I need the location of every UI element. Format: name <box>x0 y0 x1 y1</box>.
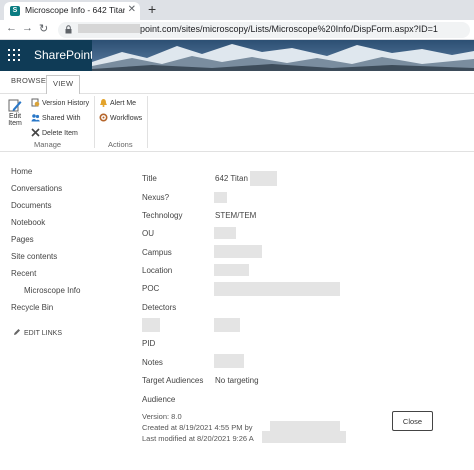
version-info: Version: 8.0 <box>142 412 182 421</box>
ribbon-group-divider-2 <box>147 96 148 148</box>
browser-tab[interactable]: S Microscope Info - 642 Titan (C ✕ <box>4 2 140 20</box>
redacted-nexus-value <box>214 192 227 203</box>
field-label-notes: Notes <box>142 358 163 367</box>
delete-x-icon <box>31 128 40 137</box>
field-label-poc: POC <box>142 284 160 293</box>
mountain-banner-image <box>92 40 474 71</box>
sharepoint-favicon-icon: S <box>10 6 20 16</box>
nav-item-microscope-info[interactable]: Microscope Info <box>24 286 80 295</box>
edit-links-label: EDIT LINKS <box>24 330 62 337</box>
new-tab-button[interactable]: + <box>148 1 156 17</box>
redacted-location-value <box>214 264 249 276</box>
shared-with-label: Shared With <box>42 115 81 122</box>
redacted-title-suffix <box>250 171 277 186</box>
edit-item-button[interactable]: Edit Item <box>6 98 24 127</box>
field-label-detectors: Detectors <box>142 303 177 312</box>
tab-close-icon[interactable]: ✕ <box>128 4 136 15</box>
field-label-location: Location <box>142 266 173 275</box>
version-history-button[interactable]: Version History <box>31 98 89 107</box>
tab-browse[interactable]: BROWSE <box>11 76 46 85</box>
nav-item-recycle-bin[interactable]: Recycle Bin <box>11 303 53 312</box>
edit-item-icon <box>8 99 22 112</box>
ribbon-tabs: BROWSE VIEW <box>0 71 474 95</box>
nav-item-pages[interactable]: Pages <box>11 235 34 244</box>
version-history-icon <box>31 98 40 107</box>
alert-me-button[interactable]: Alert Me <box>99 98 136 107</box>
edit-links-button[interactable]: EDIT LINKS <box>13 328 62 337</box>
field-label-title: Title <box>142 174 157 183</box>
ribbon-group-divider <box>94 96 95 148</box>
back-arrow-icon[interactable]: ← <box>6 22 17 34</box>
url-redacted-prefix <box>78 24 140 33</box>
redacted-ou-value <box>214 227 236 239</box>
shared-with-button[interactable]: Shared With <box>31 113 81 122</box>
workflows-button[interactable]: Workflows <box>99 113 142 122</box>
shared-with-icon <box>31 114 40 122</box>
nav-item-notebook[interactable]: Notebook <box>11 218 45 227</box>
field-label-pid: PID <box>142 339 156 348</box>
nav-item-recent[interactable]: Recent <box>11 269 36 278</box>
pencil-icon <box>14 329 20 335</box>
bell-icon <box>100 99 107 107</box>
field-label-audience: Audience <box>142 395 176 404</box>
reload-icon[interactable]: ↻ <box>39 22 48 35</box>
field-label-technology: Technology <box>142 211 183 220</box>
nav-item-conversations[interactable]: Conversations <box>11 184 62 193</box>
app-launcher-icon[interactable] <box>8 49 20 61</box>
redacted-campus-value <box>214 245 262 258</box>
tab-view[interactable]: VIEW <box>46 75 81 95</box>
ribbon: Edit Item Version History Shared With De… <box>0 94 474 152</box>
alert-me-label: Alert Me <box>110 100 137 107</box>
url-input[interactable]: point.com/sites/microscopy/Lists/Microsc… <box>58 22 470 38</box>
url-text: point.com/sites/microscopy/Lists/Microsc… <box>78 24 438 34</box>
nav-item-site-contents[interactable]: Site contents <box>11 252 57 261</box>
workflows-label: Workflows <box>110 115 143 122</box>
edit-item-label-1: Edit <box>8 113 22 120</box>
field-label-target-audiences: Target Audiences <box>142 376 204 385</box>
field-value-technology: STEM/TEM <box>215 211 257 220</box>
nav-item-documents[interactable]: Documents <box>11 201 51 210</box>
delete-item-label: Delete Item <box>42 130 78 137</box>
delete-item-button[interactable]: Delete Item <box>31 128 78 137</box>
group-actions-label: Actions <box>108 140 133 149</box>
field-label-ou: OU <box>142 229 154 238</box>
lock-icon <box>65 25 72 34</box>
sharepoint-brand[interactable]: SharePoint <box>34 48 93 62</box>
field-label-nexus: Nexus? <box>142 193 170 202</box>
suite-bar: SharePoint <box>0 40 474 71</box>
tab-title: Microscope Info - 642 Titan (C <box>25 5 125 15</box>
workflow-gear-icon <box>99 113 108 122</box>
field-value-title: 642 Titan <box>215 174 248 183</box>
redacted-notes-value <box>214 354 244 368</box>
created-info: Created at 8/19/2021 4:55 PM by <box>142 423 253 432</box>
group-manage-label: Manage <box>34 140 62 149</box>
close-button[interactable]: Close <box>392 411 433 431</box>
browser-tabstrip: S Microscope Info - 642 Titan (C ✕ + <box>0 0 474 20</box>
version-history-label: Version History <box>42 100 90 107</box>
edit-item-label-2: Item <box>8 120 22 127</box>
redacted-modified-by <box>262 431 346 443</box>
field-value-target-audiences: No targeting <box>215 376 259 385</box>
nav-item-home[interactable]: Home <box>11 167 32 176</box>
forward-arrow-icon[interactable]: → <box>22 22 33 34</box>
field-label-campus: Campus <box>142 248 172 257</box>
redacted-poc-value <box>214 282 340 296</box>
address-bar: ← → ↻ point.com/sites/microscopy/Lists/M… <box>0 20 474 40</box>
modified-info: Last modified at 8/20/2021 9:26 A <box>142 434 254 443</box>
redacted-detectors-value-2 <box>214 318 240 332</box>
redacted-detectors-value <box>142 318 160 332</box>
